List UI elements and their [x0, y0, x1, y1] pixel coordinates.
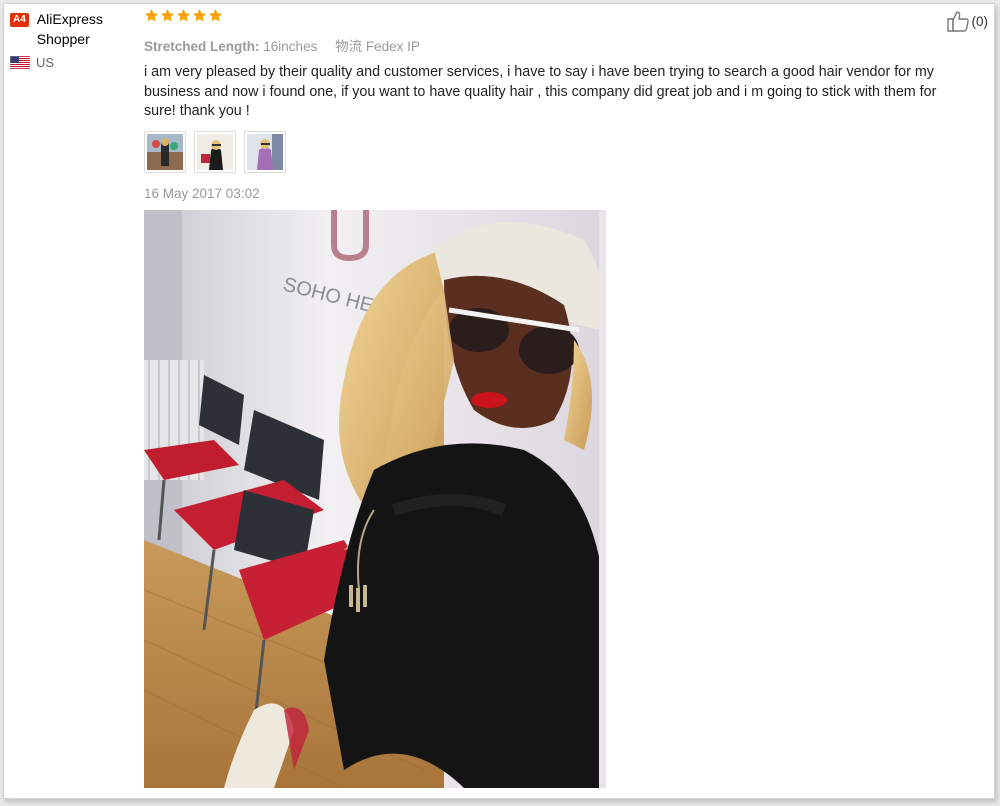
attr-label-length: Stretched Length:: [144, 39, 260, 54]
review-thumbnail[interactable]: [144, 130, 186, 173]
buyer-level-badge: A4: [10, 13, 29, 27]
like-button[interactable]: (0): [946, 10, 989, 32]
review-thumbnail[interactable]: [244, 130, 286, 173]
star-icon: [144, 8, 159, 22]
attr-value-shipping: Fedex IP: [365, 39, 420, 54]
attr-value-length: 16inches: [263, 39, 318, 54]
review-card: A4 AliExpress Shopper US Stretched Lengt…: [3, 3, 995, 799]
review-attributes: Stretched Length: 16inches 物流 Fedex IP: [144, 35, 964, 55]
attr-label-shipping: 物流: [335, 39, 363, 54]
reviewer-name: AliExpress Shopper: [36, 11, 103, 47]
like-count: (0): [971, 13, 989, 29]
star-icon: [176, 8, 191, 22]
review-thumbnails: [144, 130, 964, 173]
review-thumbnail[interactable]: [194, 130, 236, 173]
photo-thumbnail-icon: [147, 133, 183, 170]
country-label: US: [36, 55, 55, 70]
review-date: 16 May 2017 03:02: [144, 185, 260, 201]
star-icon: [208, 8, 223, 22]
reviewer-info: A4 AliExpress Shopper US: [10, 9, 140, 70]
review-content: Stretched Length: 16inches 物流 Fedex IP i…: [144, 8, 964, 201]
photo-thumbnail-icon: [197, 133, 233, 170]
photo-thumbnail-icon: [247, 133, 283, 170]
star-icon: [192, 8, 207, 22]
review-text: i am very pleased by their quality and c…: [144, 64, 937, 119]
star-rating: [144, 8, 964, 26]
review-main-photo[interactable]: SOHO HEALTH: [144, 210, 606, 788]
us-flag-icon: [10, 56, 30, 69]
thumbs-up-icon: [946, 11, 969, 32]
star-icon: [160, 8, 175, 22]
reviewer-country: US: [10, 55, 140, 70]
